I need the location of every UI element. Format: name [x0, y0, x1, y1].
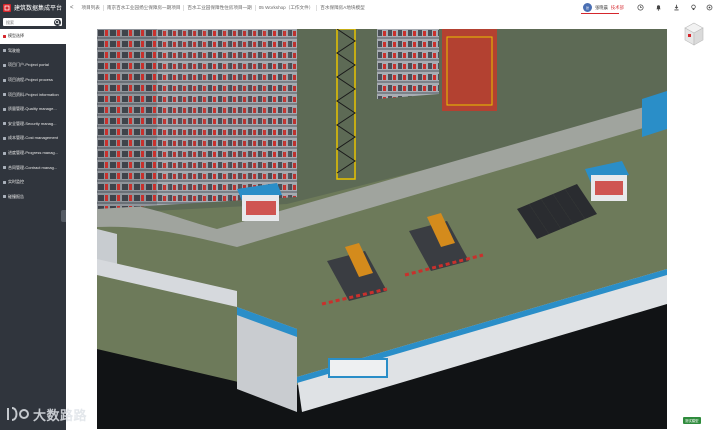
sidebar-item-project-process[interactable]: 项目流程-Project process [0, 73, 66, 88]
menu-dot-icon [3, 93, 6, 97]
app-title: 建筑数据集成平台 [14, 6, 63, 12]
bell-icon[interactable] [655, 4, 662, 11]
sidebar-search [3, 18, 62, 26]
menu-dot-icon [3, 34, 6, 38]
menu-dot-icon [3, 195, 6, 199]
sidebar-item-label: 质量管理-Quality manage... [8, 106, 57, 112]
watermark: 大数路路 [6, 404, 87, 424]
sidebar-item-label: 驾驶舱 [8, 47, 20, 53]
sidebar-item-security[interactable]: 安全管理-Security manag... [0, 117, 66, 132]
sidebar-item-label: 项目资料-Project information [8, 91, 59, 97]
watermark-text: 大数路路 [33, 407, 88, 423]
view-cube-icon[interactable] [683, 21, 705, 47]
search-input[interactable] [6, 19, 50, 25]
sidebar-item-collision-report[interactable]: 碰撞报告 [0, 190, 66, 205]
sidebar-item-label: 合同管理-Contract manag... [8, 164, 58, 170]
sidebar: 建筑数据集成平台 模型选择 驾驶舱 项目门户-Project portal 项目… [0, 0, 66, 430]
menu-dot-icon [3, 78, 6, 82]
menu-dot-icon [3, 107, 6, 111]
site-model-render[interactable] [97, 29, 667, 429]
back-button[interactable]: < [70, 5, 74, 11]
sidebar-item-label: 进度管理-Progress manag... [8, 150, 59, 156]
avatar: 张 [583, 3, 592, 12]
sidebar-item-cost[interactable]: 成本管理-Cost management [0, 131, 66, 146]
top-header: < 项目列表 南京百水工业园扬尘保障房一期项目 百水工业园保障性住房项目一期 0… [66, 0, 714, 16]
watermark-logo-icon [7, 407, 30, 421]
sidebar-item-project-information[interactable]: 项目资料-Project information [0, 87, 66, 102]
sidebar-item-label: 安全管理-Security manag... [8, 120, 57, 126]
sidebar-item-quality[interactable]: 质量管理-Quality manage... [0, 102, 66, 117]
user-name: 张晓晨 [595, 4, 608, 10]
menu-dot-icon [3, 49, 6, 53]
breadcrumb-item[interactable]: 项目列表 [79, 4, 104, 11]
settings-icon[interactable] [706, 4, 713, 11]
sidebar-item-label: 模型选择 [8, 33, 24, 39]
sidebar-menu: 模型选择 驾驶舱 项目门户-Project portal 项目流程-Projec… [0, 29, 66, 204]
model-viewport[interactable]: 测试模型 [66, 15, 714, 430]
sidebar-item-model-select[interactable]: 模型选择 [0, 29, 66, 44]
lightbulb-icon[interactable] [690, 4, 697, 11]
sidebar-item-label: 实时监控 [8, 179, 24, 185]
sidebar-item-label: 碰撞报告 [8, 193, 24, 199]
site-office-left [237, 183, 282, 221]
breadcrumb-item[interactable]: 百水保障房A地块模型 [317, 5, 367, 11]
sidebar-item-cockpit[interactable]: 驾驶舱 [0, 44, 66, 59]
menu-dot-icon [3, 136, 6, 140]
breadcrumb-item[interactable]: 05 Workshop（工作文件） [256, 4, 318, 11]
menu-dot-icon [3, 151, 6, 155]
sidebar-item-contract[interactable]: 合同管理-Contract manag... [0, 160, 66, 175]
sidebar-item-project-portal[interactable]: 项目门户-Project portal [0, 58, 66, 73]
model-badge: 测试模型 [683, 417, 701, 424]
download-icon[interactable] [673, 4, 680, 11]
sidebar-item-progress[interactable]: 进度管理-Progress manag... [0, 146, 66, 161]
brand: 建筑数据集成平台 [0, 0, 66, 15]
sidebar-item-label: 项目流程-Project process [8, 77, 53, 83]
menu-dot-icon [3, 180, 6, 184]
menu-dot-icon [3, 122, 6, 126]
breadcrumb: 项目列表 南京百水工业园扬尘保障房一期项目 百水工业园保障性住房项目一期 05 … [79, 4, 368, 11]
user-role: 技术部 [610, 4, 624, 10]
menu-dot-icon [3, 63, 6, 67]
search-icon[interactable] [54, 18, 61, 26]
breadcrumb-item[interactable]: 南京百水工业园扬尘保障房一期项目 [104, 4, 185, 11]
clock-icon[interactable] [637, 4, 644, 11]
menu-dot-icon [3, 166, 6, 170]
sidebar-item-label: 成本管理-Cost management [8, 135, 59, 141]
sidebar-item-monitoring[interactable]: 实时监控 [0, 175, 66, 190]
breadcrumb-item[interactable]: 百水工业园保障性住房项目一期 [184, 4, 256, 11]
app-logo-icon [3, 3, 11, 12]
sidebar-item-label: 项目门户-Project portal [8, 62, 49, 68]
